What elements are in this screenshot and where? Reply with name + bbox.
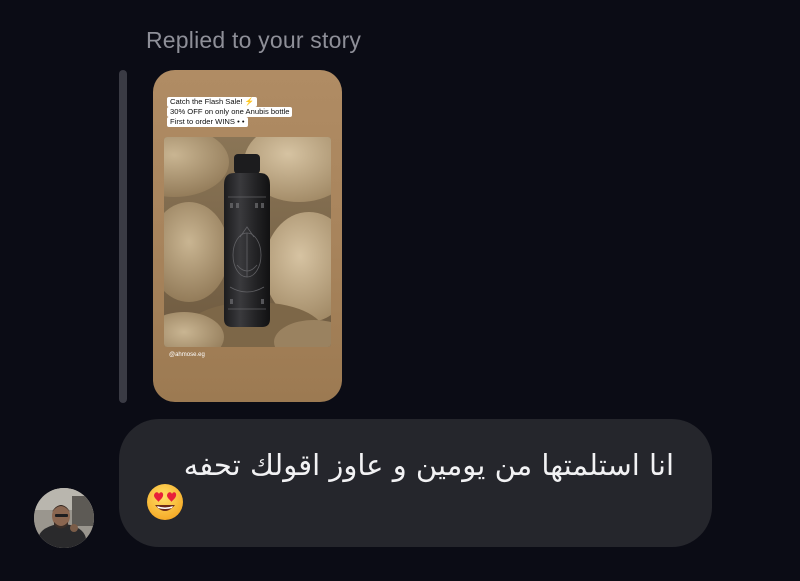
story-product-photo: [164, 137, 331, 347]
sender-avatar[interactable]: [34, 488, 94, 548]
story-caption: Catch the Flash Sale! ⚡ 30% OFF on only …: [167, 97, 293, 127]
story-preview-card[interactable]: Catch the Flash Sale! ⚡ 30% OFF on only …: [153, 70, 342, 402]
story-caption-line-1: Catch the Flash Sale! ⚡: [167, 97, 258, 107]
message-text: انا استلمتها من يومين و عاوز اقولك تحفه: [183, 448, 674, 482]
message-bubble[interactable]: انا استلمتها من يومين و عاوز اقولك تحفه: [119, 419, 712, 547]
heart-eyes-emoji-icon: [147, 484, 183, 520]
reply-indicator-bar: [119, 70, 127, 403]
story-caption-line-2: 30% OFF on only one Anubis bottle: [167, 107, 293, 117]
replied-to-story-label: Replied to your story: [146, 27, 362, 53]
story-caption-line-3: First to order WINS • •: [167, 117, 248, 127]
story-handle: @ahmose.eg: [169, 352, 205, 358]
